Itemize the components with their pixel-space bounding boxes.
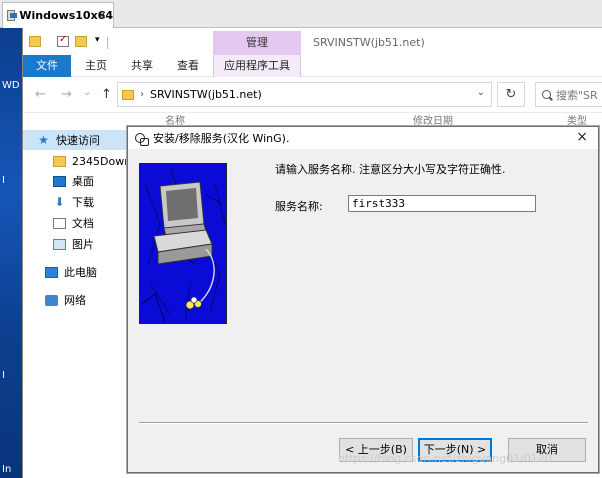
sidebar-item-label: 网络 — [64, 294, 86, 307]
address-row: ← → ⌄ ↑ › SRVINSTW(jb51.net) ⌄ ↻ 搜索"SR — [23, 77, 602, 113]
install-service-dialog: 安装/移除服务(汉化 WinG). × 请输入服务名称. 注意区分大小写及字符正… — [127, 126, 599, 473]
download-icon: ⬇ — [54, 194, 65, 209]
network-icon — [45, 294, 58, 306]
search-placeholder: 搜索"SR — [556, 88, 598, 102]
document-icon — [53, 217, 66, 229]
desktop-icon-label[interactable]: WD — [2, 80, 20, 91]
folder-icon — [122, 89, 134, 100]
dialog-title-bar: 安装/移除服务(汉化 WinG). × — [128, 127, 598, 149]
desktop-icon-label[interactable]: I — [2, 370, 5, 381]
column-header-type[interactable]: 类型 — [567, 114, 587, 126]
sidebar-item-label: 下载 — [72, 196, 94, 209]
quick-access-toolbar: ▾ 管理 SRVINSTW(jb51.net) — [23, 28, 602, 55]
app-icon — [134, 131, 149, 146]
instruction-text: 请输入服务名称. 注意区分大小写及字符正确性. — [275, 163, 506, 176]
folder-icon[interactable] — [29, 36, 41, 47]
sidebar-item-network[interactable]: 网络 — [23, 290, 131, 310]
sidebar-item-this-pc[interactable]: 此电脑 — [23, 262, 131, 282]
column-header-name[interactable]: 名称 — [165, 114, 185, 126]
column-headers: 名称 修改日期 类型 — [123, 114, 602, 126]
pc-icon — [45, 266, 58, 278]
sidebar-item-label: 图片 — [72, 238, 94, 251]
close-icon[interactable]: × — [576, 129, 588, 145]
tab-file[interactable]: 文件 — [23, 55, 71, 77]
chevron-right-icon[interactable]: › — [140, 89, 144, 100]
ribbon-tabs: 文件 主页 共享 查看 应用程序工具 — [23, 55, 602, 77]
vm-tab[interactable]: Windows10x64 × — [2, 2, 114, 28]
watermark-text: https://blog.csdn.net/zhiguang01/0120 — [338, 452, 552, 465]
column-header-modified[interactable]: 修改日期 — [413, 114, 453, 126]
up-icon[interactable]: ↑ — [101, 87, 112, 102]
recent-locations-icon[interactable]: ⌄ — [83, 87, 91, 98]
refresh-button[interactable]: ↻ — [497, 82, 525, 107]
star-icon: ★ — [38, 132, 49, 147]
desktop-icon-label[interactable]: In — [2, 464, 11, 475]
wizard-computer-image — [139, 163, 227, 324]
navigation-pane: ★ 快速访问 2345Downl 桌面 ⬇ 下载 文档 图片 此电脑 网络 — [23, 126, 131, 478]
back-icon[interactable]: ← — [35, 87, 46, 102]
dialog-divider — [139, 422, 588, 424]
address-path: SRVINSTW(jb51.net) — [150, 88, 262, 101]
desktop-background: WD I I In — [0, 0, 24, 478]
search-icon — [542, 90, 551, 99]
tab-share[interactable]: 共享 — [125, 55, 159, 77]
sidebar-item-label: 2345Downl — [72, 154, 131, 168]
sidebar-item-label: 桌面 — [72, 175, 94, 188]
search-input[interactable]: 搜索"SR — [535, 82, 602, 107]
window-title: SRVINSTW(jb51.net) — [313, 36, 425, 49]
pictures-icon — [53, 238, 66, 250]
sidebar-item-label: 快速访问 — [56, 134, 100, 147]
address-dropdown-icon[interactable]: ⌄ — [477, 87, 485, 98]
vm-tab-strip: Windows10x64 × — [0, 0, 602, 28]
sidebar-item-documents[interactable]: 文档 — [23, 213, 131, 233]
address-bar[interactable]: › SRVINSTW(jb51.net) ⌄ — [117, 82, 492, 107]
tab-view[interactable]: 查看 — [171, 55, 205, 77]
sidebar-item-downloads[interactable]: ⬇ 下载 — [23, 192, 131, 212]
qat-separator — [107, 37, 108, 49]
sidebar-item-2345downloads[interactable]: 2345Downl — [23, 151, 131, 171]
vm-monitor-icon — [7, 10, 18, 21]
vm-tab-close-icon[interactable]: × — [97, 8, 107, 22]
sidebar-item-pictures[interactable]: 图片 — [23, 234, 131, 254]
dialog-title: 安装/移除服务(汉化 WinG). — [153, 132, 290, 145]
manage-context-tab[interactable]: 管理 — [213, 31, 301, 55]
sidebar-item-quick-access[interactable]: ★ 快速访问 — [23, 130, 131, 150]
tab-home[interactable]: 主页 — [79, 55, 113, 77]
new-folder-icon[interactable] — [75, 36, 87, 47]
folder-icon — [53, 155, 66, 167]
sidebar-item-label: 此电脑 — [64, 266, 97, 279]
service-name-label: 服务名称: — [275, 200, 323, 213]
sidebar-item-label: 文档 — [72, 217, 94, 230]
qat-dropdown-icon[interactable]: ▾ — [95, 35, 100, 45]
desktop-icon-label[interactable]: I — [2, 175, 5, 186]
forward-icon[interactable]: → — [61, 87, 72, 102]
desktop-icon — [53, 175, 66, 187]
sidebar-item-desktop[interactable]: 桌面 — [23, 171, 131, 191]
properties-check-icon[interactable] — [57, 34, 69, 47]
service-name-input[interactable]: first333 — [348, 195, 536, 212]
tab-application-tools[interactable]: 应用程序工具 — [213, 55, 301, 77]
